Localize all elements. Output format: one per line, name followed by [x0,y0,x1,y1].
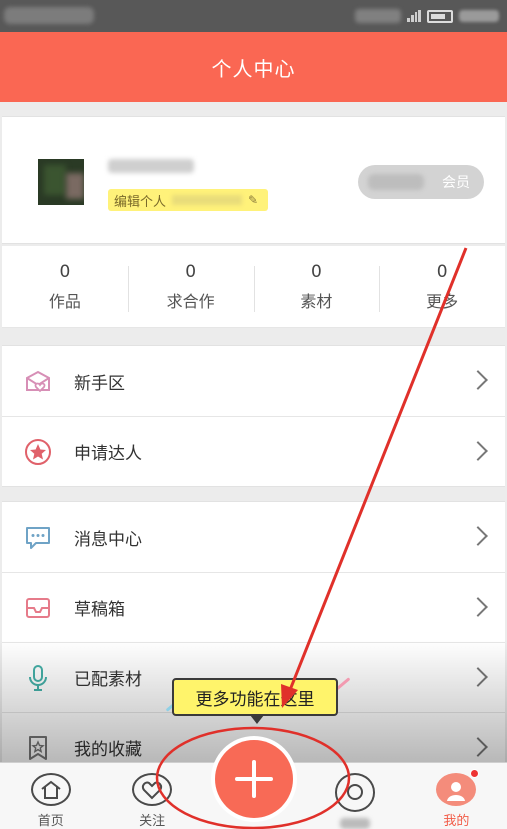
signature-chip[interactable]: 编辑个人 ✎ [108,189,269,211]
signal-icon [407,10,421,22]
tab-label: 关注 [139,814,166,829]
tab-follow[interactable]: 关注 [101,763,202,829]
stat-label: 作品 [48,291,81,311]
profile-card[interactable]: 编辑个人 ✎ 会员 [2,116,505,244]
chevron-right-icon [468,526,488,546]
tab-discover[interactable] [304,763,405,829]
member-label: 会员 [442,175,470,191]
chevron-right-icon [468,597,488,617]
menu-item-newbie[interactable]: 新手区 [2,346,505,416]
battery-icon [427,9,453,23]
star-badge-icon [25,439,51,465]
stat-label: 求合作 [166,291,215,311]
inbox-tray-icon [26,598,50,618]
notification-dot [470,769,480,778]
menu-group-primary: 新手区 申请达人 [2,345,505,487]
stat-more[interactable]: 0 更多 [379,246,505,327]
status-bar [0,0,507,32]
status-icons [355,6,499,26]
stats-row: 0 作品 0 求合作 0 素材 0 更多 [2,246,505,328]
menu-item-drafts[interactable]: 草稿箱 [2,572,505,642]
circle-icon [334,773,375,812]
chevron-right-icon [468,667,488,687]
tooltip-tail [250,715,264,724]
tab-label: 我的 [443,814,470,829]
chevron-right-icon [468,370,488,390]
signature-blurred [172,195,243,205]
microphone-icon [29,665,47,691]
home-icon [30,773,71,806]
stat-label: 素材 [300,291,333,311]
tab-label: 首页 [37,814,64,829]
menu-item-messages[interactable]: 消息中心 [2,502,505,572]
member-blurred [368,174,424,190]
avatar[interactable] [38,159,84,205]
status-carrier-blurred [4,7,94,24]
chevron-right-icon [468,441,488,461]
tab-label-blurred [339,817,370,829]
stat-value: 0 [59,261,71,282]
menu-item-label: 新手区 [74,373,125,394]
stat-cooperation[interactable]: 0 求合作 [127,246,254,327]
menu-item-label: 已配素材 [74,670,142,690]
status-time-blurred [459,10,499,22]
member-button[interactable]: 会员 [358,165,484,199]
menu-item-label: 我的收藏 [74,740,142,760]
stat-works[interactable]: 0 作品 [2,246,128,327]
stat-value: 0 [310,261,322,282]
profile-avatar-icon [436,769,480,806]
gift-box-heart-icon [26,370,50,393]
menu-item-label: 草稿箱 [74,600,125,620]
title-bar: 个人中心 [0,32,507,102]
signature-text: 编辑个人 [114,194,167,210]
stat-materials[interactable]: 0 素材 [253,246,380,327]
stat-value: 0 [436,261,448,282]
feature-tooltip: 更多功能在这里 [172,678,338,716]
add-button[interactable] [215,740,293,818]
status-blurred-info [355,9,401,23]
heart-icon [132,773,173,806]
plus-icon-stroke [252,760,256,798]
tab-me[interactable]: 我的 [406,763,507,829]
chevron-right-icon [468,737,488,757]
tooltip-text: 更多功能在这里 [195,689,315,710]
username-blurred [108,159,194,173]
pencil-icon: ✎ [248,193,259,207]
page-title: 个人中心 [211,56,296,81]
menu-item-apply-expert[interactable]: 申请达人 [2,416,505,486]
chat-bubble-icon [26,527,50,549]
menu-item-label: 消息中心 [74,529,142,550]
stat-value: 0 [185,261,197,282]
stat-label: 更多 [426,291,459,311]
bookmark-star-icon [29,736,47,760]
menu-item-label: 申请达人 [74,444,142,464]
tab-home[interactable]: 首页 [0,763,101,829]
